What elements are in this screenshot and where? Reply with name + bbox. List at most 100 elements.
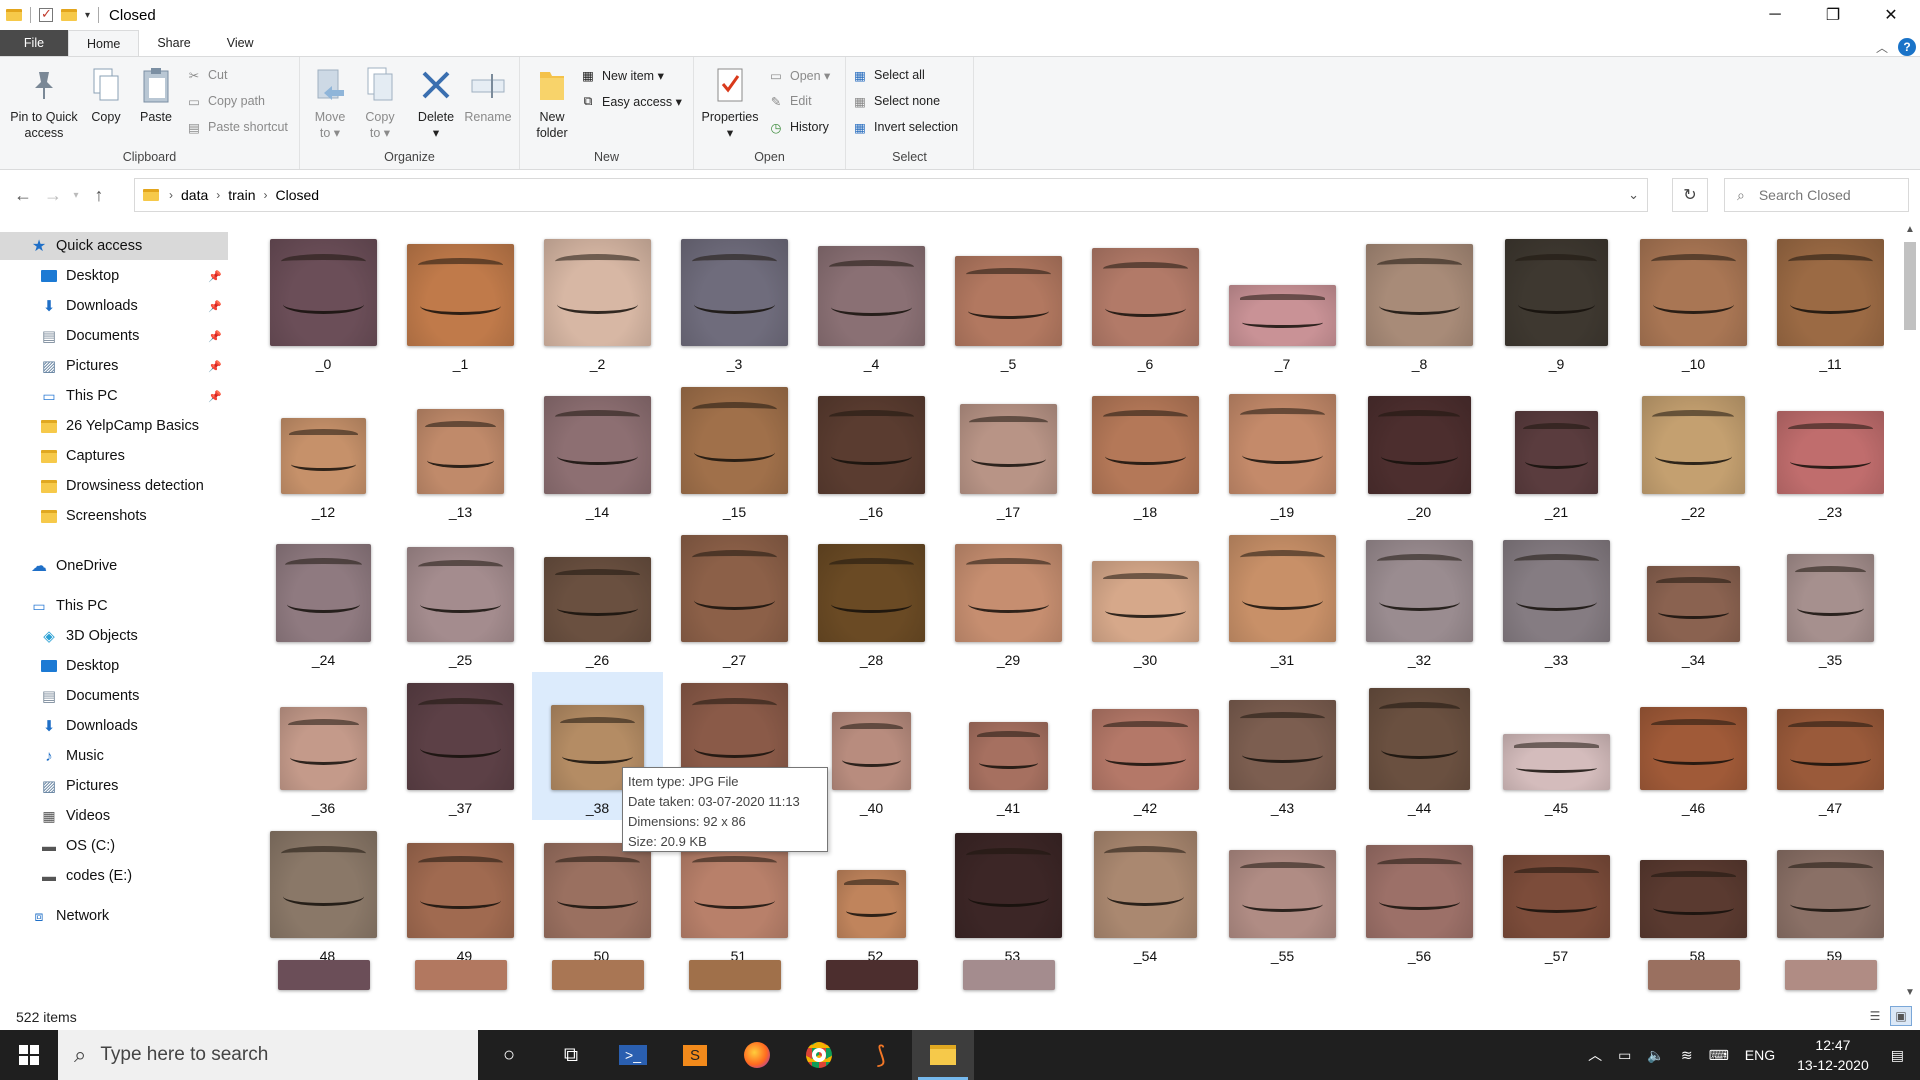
forward-arrow-icon[interactable]: → [38,185,68,206]
start-button[interactable] [0,1030,58,1080]
sidebar-item-onedrive[interactable]: ☁ OneDrive [0,552,228,580]
file-item[interactable]: _30 [1080,524,1211,672]
refresh-button[interactable]: ↻ [1672,178,1708,212]
scrollbar-thumb[interactable] [1904,242,1916,330]
wifi-icon[interactable]: ≋ [1673,1047,1701,1064]
show-hidden-icons[interactable]: ︿ [1580,1045,1610,1065]
file-item[interactable]: _6 [1080,228,1211,376]
tab-home[interactable]: Home [68,30,140,56]
file-item[interactable]: _15 [669,376,800,524]
tab-file[interactable]: File [0,30,68,56]
rename-button[interactable]: Rename [462,65,514,125]
file-item[interactable]: _44 [1354,672,1485,820]
sidebar-item-network[interactable]: ⧈ Network [0,902,228,930]
paste-button[interactable]: Paste [134,65,178,125]
file-item[interactable]: _4 [806,228,937,376]
vertical-scrollbar[interactable]: ▲ ▼ [1900,222,1920,1000]
firefox-icon[interactable] [726,1030,788,1080]
sidebar-item-quick-access[interactable]: ★ Quick access [0,232,228,260]
file-item[interactable]: _41 [943,672,1074,820]
file-item[interactable]: _13 [395,376,526,524]
history-button[interactable]: ◷ History [768,119,829,135]
jupyter-icon[interactable]: ⟆ [850,1030,912,1080]
file-item[interactable]: _57 [1491,820,1622,968]
breadcrumb-data[interactable]: data [181,187,208,203]
collapse-ribbon-icon[interactable]: ︿ [1876,39,1888,56]
sidebar-item-codes-e[interactable]: ▬ codes (E:) [0,862,228,890]
close-button[interactable]: ✕ [1862,0,1920,30]
chrome-icon[interactable] [788,1030,850,1080]
file-item[interactable]: _58 [1628,820,1759,968]
new-folder-icon[interactable] [61,9,77,21]
file-item[interactable]: _16 [806,376,937,524]
file-item[interactable]: _20 [1354,376,1485,524]
customize-toolbar-icon[interactable]: ▾ [85,10,90,21]
file-item[interactable]: _48 [258,820,389,968]
scroll-down-icon[interactable]: ▼ [1900,987,1920,998]
cut-button[interactable]: ✂ Cut [186,67,228,83]
file-item[interactable]: _37 [395,672,526,820]
sidebar-item-pictures[interactable]: ▨ Pictures 📌 [0,352,228,380]
sidebar-item-this-pc[interactable]: ▭ This PC 📌 [0,382,228,410]
file-item[interactable]: _9 [1491,228,1622,376]
file-item[interactable]: _24 [258,524,389,672]
sidebar-item-pictures[interactable]: ▨ Pictures [0,772,228,800]
sidebar-item-captures[interactable]: Captures [0,442,228,470]
file-item[interactable]: _55 [1217,820,1348,968]
file-item[interactable]: _0 [258,228,389,376]
paste-shortcut-button[interactable]: ▤ Paste shortcut [186,119,288,135]
tab-view[interactable]: View [209,30,272,56]
sidebar-item-26-yelpcamp-basics[interactable]: 26 YelpCamp Basics [0,412,228,440]
file-item[interactable]: _43 [1217,672,1348,820]
address-dropdown-icon[interactable]: ⌄ [1628,187,1639,203]
file-item[interactable]: _25 [395,524,526,672]
easy-access-button[interactable]: ⧉ Easy access ▾ [580,93,682,109]
file-item[interactable]: _11 [1765,228,1884,376]
taskbar-search-input[interactable]: ⌕ Type here to search [58,1030,478,1080]
new-folder-button[interactable]: New folder [530,65,574,141]
file-item[interactable]: _47 [1765,672,1884,820]
sidebar-item-3d-objects[interactable]: ◈ 3D Objects [0,622,228,650]
battery-icon[interactable]: ▭ [1610,1047,1639,1064]
clock[interactable]: 12:47 13-12-2020 [1783,1035,1883,1075]
file-item[interactable]: _3 [669,228,800,376]
file-item[interactable]: _45 [1491,672,1622,820]
file-item[interactable]: _36 [258,672,389,820]
sidebar-item-downloads[interactable]: ⬇ Downloads 📌 [0,292,228,320]
language-indicator[interactable]: ENG [1737,1047,1783,1063]
file-item[interactable]: _59 [1765,820,1884,968]
pin-quick-access-button[interactable]: Pin to Quick access [6,65,82,141]
sublime-text-icon[interactable]: S [664,1030,726,1080]
copy-path-button[interactable]: ▭ Copy path [186,93,265,109]
breadcrumb-train[interactable]: train [228,187,255,203]
sidebar-item-documents[interactable]: ▤ Documents [0,682,228,710]
breadcrumb-closed[interactable]: Closed [275,187,319,203]
file-item[interactable]: _29 [943,524,1074,672]
copy-to-button[interactable]: Copy to ▾ [360,65,400,141]
file-item[interactable]: _42 [1080,672,1211,820]
file-item[interactable]: _33 [1491,524,1622,672]
up-arrow-icon[interactable]: ↑ [84,185,114,206]
file-item[interactable]: _10 [1628,228,1759,376]
file-item[interactable]: _7 [1217,228,1348,376]
tab-share[interactable]: Share [139,30,208,56]
keyboard-icon[interactable]: ⌨ [1701,1047,1737,1064]
edit-button[interactable]: ✎ Edit [768,93,812,109]
new-item-button[interactable]: ▦ New item ▾ [580,67,664,83]
sidebar-item-downloads[interactable]: ⬇ Downloads [0,712,228,740]
file-item[interactable]: _21 [1491,376,1622,524]
file-item[interactable]: _28 [806,524,937,672]
properties-button[interactable]: Properties ▾ [698,65,762,141]
file-item[interactable]: _54 [1080,820,1211,968]
open-button[interactable]: ▭ Open ▾ [768,67,830,83]
file-item[interactable]: _26 [532,524,663,672]
file-item[interactable]: _23 [1765,376,1884,524]
select-all-button[interactable]: ▦ Select all [852,67,925,83]
file-item[interactable]: _17 [943,376,1074,524]
file-item[interactable]: _1 [395,228,526,376]
file-item[interactable]: _27 [669,524,800,672]
sidebar-item-desktop[interactable]: Desktop [0,652,228,680]
file-item[interactable]: _18 [1080,376,1211,524]
powershell-icon[interactable]: >_ [602,1030,664,1080]
file-explorer-icon[interactable] [912,1030,974,1080]
